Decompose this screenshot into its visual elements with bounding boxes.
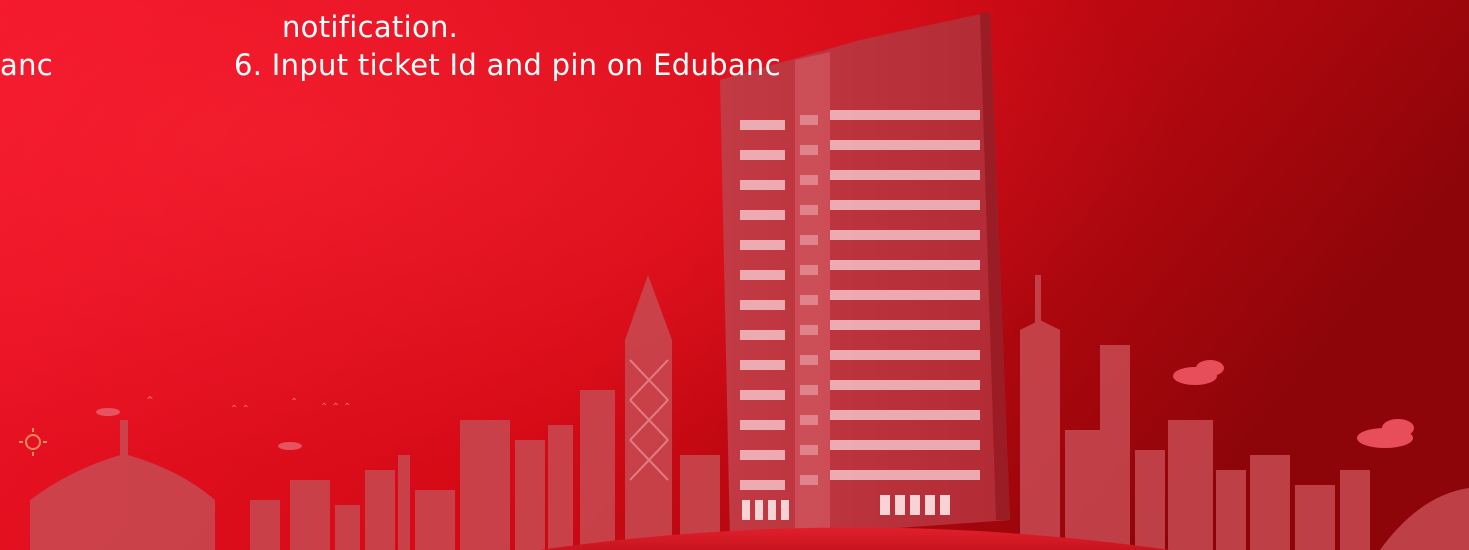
step5-continuation-text: notification. [282, 10, 459, 44]
step6-text: 6. Input ticket Id and pin on Edubanc [234, 48, 781, 82]
svg-text:⌃ ⌃: ⌃ ⌃ [230, 404, 250, 415]
tower-illustration [720, 12, 1010, 540]
svg-text:⌃ ⌃ ⌃: ⌃ ⌃ ⌃ [320, 402, 352, 413]
left-column-fragment-text: anc [0, 48, 53, 82]
svg-text:⌃: ⌃ [145, 394, 155, 408]
svg-text:⌃: ⌃ [290, 397, 298, 408]
slide: ⌃ ⌃ ⌃ ⌃ ⌃ ⌃ ⌃ notification. anc 6. Input… [0, 0, 1469, 550]
